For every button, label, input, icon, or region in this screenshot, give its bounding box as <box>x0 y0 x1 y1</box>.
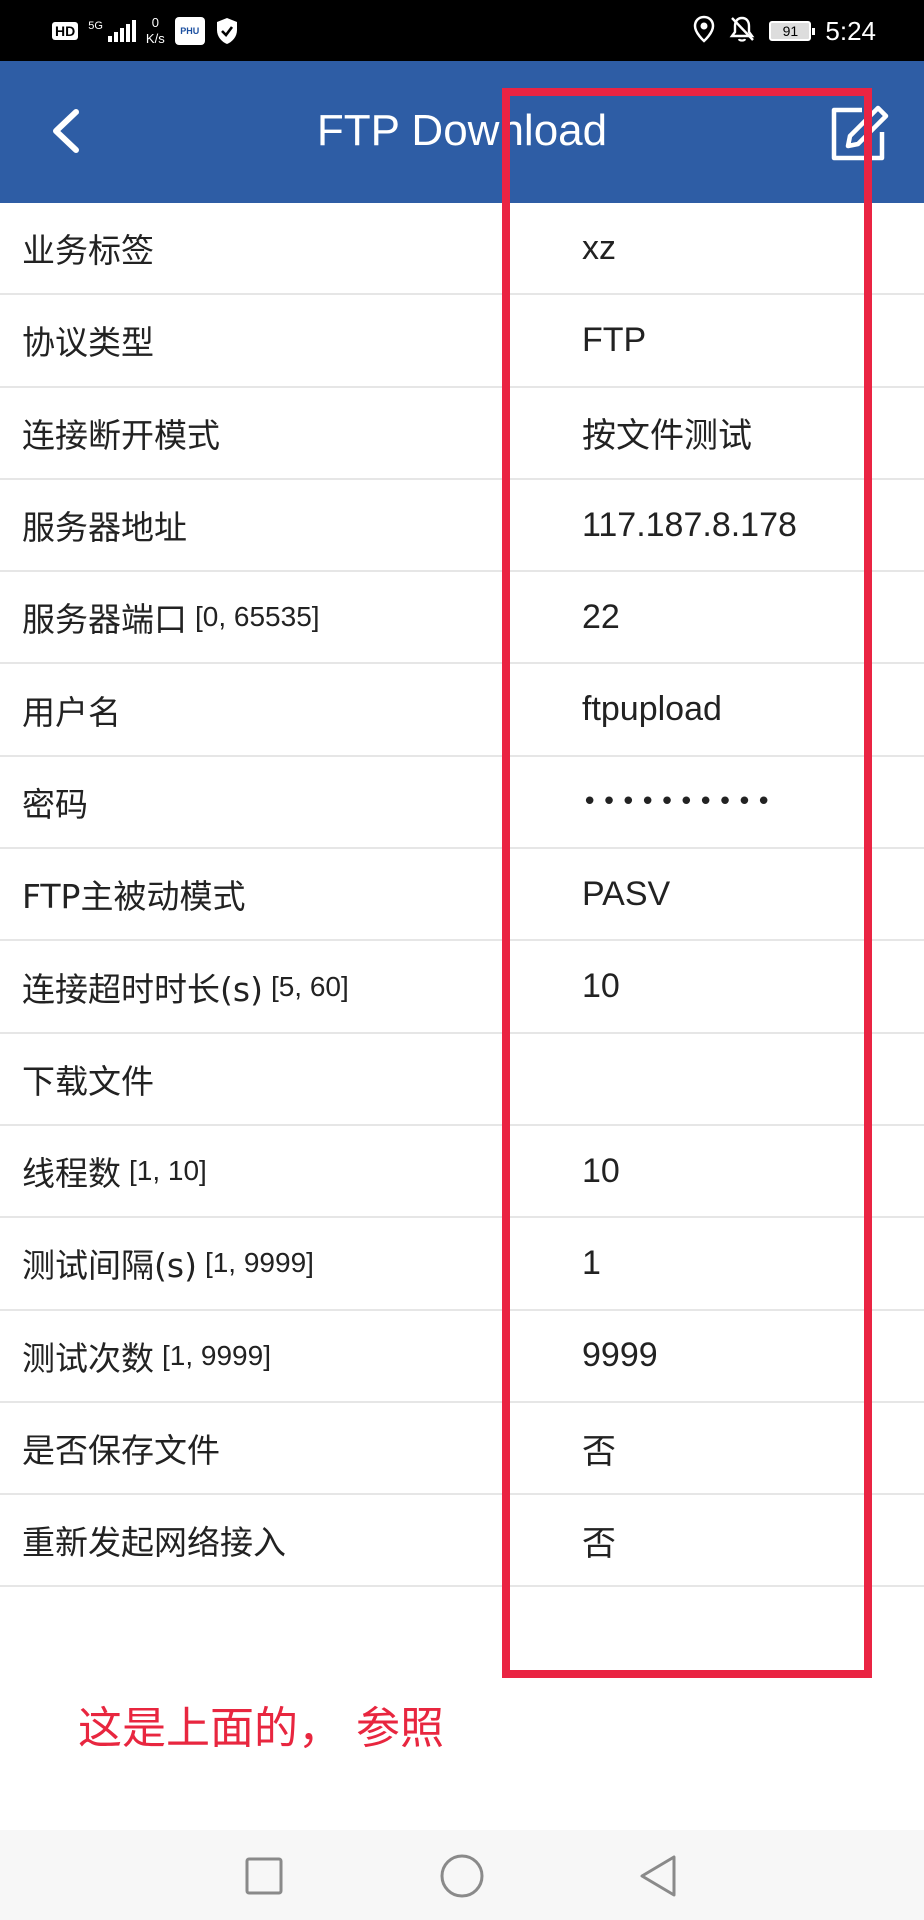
settings-list: 业务标签 xz 协议类型 FTP 连接断开模式 按文件测试 服务器地址 117.… <box>0 203 924 1588</box>
password-value: •••••••••• <box>582 786 776 817</box>
row-value: 否 <box>582 1524 616 1563</box>
network-speed: 0 K/s <box>146 15 165 47</box>
home-icon <box>440 1854 484 1898</box>
settings-row-connect-timeout[interactable]: 连接超时时长(s) [5, 60] 10 <box>0 941 924 1034</box>
hd-icon: HD <box>52 22 79 40</box>
row-label: 线程数 [1, 10] <box>22 1154 207 1194</box>
settings-row-thread-count[interactable]: 线程数 [1, 10] 10 <box>0 1126 924 1219</box>
row-value: 10 <box>582 967 620 1006</box>
row-label: 用户名 <box>22 692 121 732</box>
settings-row-disconnect-mode[interactable]: 连接断开模式 按文件测试 <box>0 388 924 480</box>
row-value: 10 <box>582 1151 620 1190</box>
speed-unit: K/s <box>145 31 165 46</box>
row-label: 下载文件 <box>22 1061 154 1101</box>
settings-row-test-count[interactable]: 测试次数 [1, 9999] 9999 <box>0 1311 924 1403</box>
signal-icon: 5G <box>88 20 136 42</box>
screen: HD 5G 0 K/s PHU 91 5:24 FTP Download 业务标… <box>0 0 924 1920</box>
row-value: 1 <box>582 1243 601 1282</box>
home-button[interactable] <box>434 1848 490 1904</box>
settings-row-reinitiate-network-access[interactable]: 重新发起网络接入 否 <box>0 1495 924 1588</box>
row-value: 22 <box>582 597 620 636</box>
recent-apps-button[interactable] <box>236 1848 292 1904</box>
row-label: FTP主被动模式 <box>22 877 246 917</box>
settings-row-password[interactable]: 密码 •••••••••• <box>0 757 924 850</box>
status-bar: HD 5G 0 K/s PHU 91 5:24 <box>0 0 924 61</box>
navigation-bar <box>0 1830 924 1920</box>
settings-row-username[interactable]: 用户名 ftpupload <box>0 664 924 757</box>
battery-icon: 91 <box>769 21 816 41</box>
settings-row-ftp-mode[interactable]: FTP主被动模式 PASV <box>0 849 924 942</box>
row-label: 重新发起网络接入 <box>22 1523 286 1563</box>
row-range: [1, 10] <box>129 1155 207 1187</box>
settings-row-protocol-type[interactable]: 协议类型 FTP <box>0 295 924 388</box>
battery-level: 91 <box>782 23 799 39</box>
settings-row-save-file[interactable]: 是否保存文件 否 <box>0 1403 924 1496</box>
annotation-note: 这是上面的， 参照 <box>78 1703 444 1754</box>
row-label: 是否保存文件 <box>22 1431 220 1470</box>
row-value: ftpupload <box>582 690 722 729</box>
settings-row-service-tag[interactable]: 业务标签 xz <box>0 203 924 296</box>
row-value: PASV <box>582 874 671 913</box>
row-value: 9999 <box>582 1336 658 1375</box>
settings-row-download-file[interactable]: 下载文件 <box>0 1034 924 1126</box>
network-type-label: 5G <box>88 20 103 32</box>
row-value: FTP <box>582 320 647 359</box>
speed-value: 0 <box>151 15 159 30</box>
settings-row-test-interval[interactable]: 测试间隔(s) [1, 9999] 1 <box>0 1218 924 1311</box>
settings-row-server-port[interactable]: 服务器端口 [0, 65535] 22 <box>0 572 924 665</box>
row-label: 测试间隔(s) [1, 9999] <box>22 1246 314 1286</box>
back-triangle-icon <box>640 1855 676 1897</box>
row-value: 117.187.8.178 <box>582 505 797 544</box>
row-label: 密码 <box>22 784 88 824</box>
system-back-button[interactable] <box>630 1848 686 1904</box>
row-range: [1, 9999] <box>162 1339 271 1371</box>
row-label: 服务器地址 <box>22 508 187 548</box>
location-icon <box>693 15 715 47</box>
row-label: 服务器端口 [0, 65535] <box>22 600 320 640</box>
row-label: 业务标签 <box>22 231 154 271</box>
row-range: [0, 65535] <box>195 601 320 633</box>
status-left: HD 5G 0 K/s PHU <box>52 8 239 54</box>
row-range: [1, 9999] <box>204 1247 314 1279</box>
recent-apps-icon <box>245 1857 283 1895</box>
row-label: 连接断开模式 <box>22 415 220 455</box>
shield-icon <box>215 17 239 45</box>
settings-row-server-address[interactable]: 服务器地址 117.187.8.178 <box>0 480 924 573</box>
row-value: xz <box>582 228 616 267</box>
notifications-off-icon <box>729 15 755 47</box>
row-value: 否 <box>582 1432 616 1471</box>
row-label: 连接超时时长(s) [5, 60] <box>22 969 349 1009</box>
row-label: 测试次数 [1, 9999] <box>22 1338 271 1378</box>
row-value: 按文件测试 <box>582 417 752 456</box>
edit-icon <box>831 105 889 161</box>
clock: 5:24 <box>825 15 876 46</box>
row-label: 协议类型 <box>22 323 154 363</box>
app-notification-icon: PHU <box>174 17 205 45</box>
status-right: 91 5:24 <box>693 8 876 54</box>
edit-button[interactable] <box>824 101 894 167</box>
row-range: [5, 60] <box>270 970 349 1002</box>
app-header: FTP Download <box>0 61 924 203</box>
page-title: FTP Download <box>316 106 608 155</box>
